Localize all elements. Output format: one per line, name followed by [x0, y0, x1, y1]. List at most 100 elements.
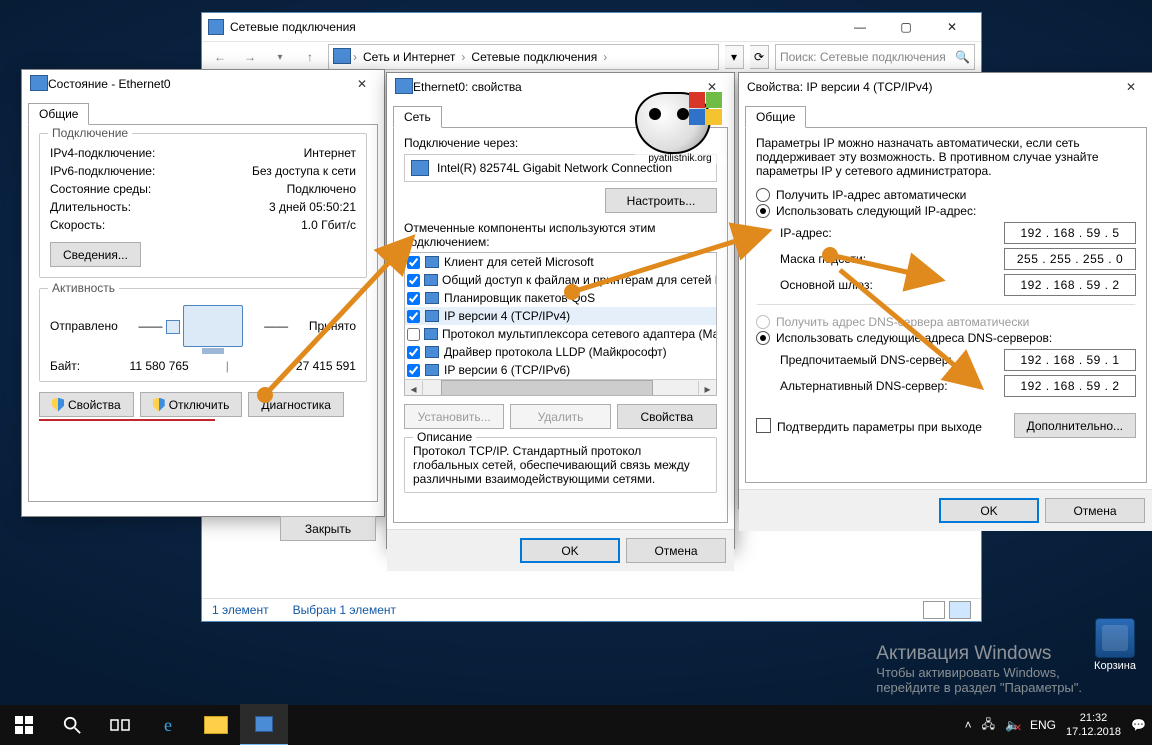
- bytes-label: Байт:: [50, 357, 80, 375]
- group-activity-label: Активность: [48, 281, 119, 295]
- address-dropdown[interactable]: ▾: [725, 45, 744, 69]
- ethernet-icon: [30, 75, 48, 94]
- explorer-titlebar[interactable]: Сетевые подключения — ▢ ✕: [202, 13, 981, 41]
- search-button[interactable]: [48, 705, 96, 745]
- history-button[interactable]: ▾: [268, 45, 292, 69]
- diagnose-button[interactable]: Диагностика: [248, 392, 344, 417]
- close-icon[interactable]: ✕: [348, 73, 376, 95]
- mask-input[interactable]: 255 . 255 . 255 . 0: [1004, 248, 1136, 270]
- close-button[interactable]: Закрыть: [280, 516, 376, 541]
- view-details-button[interactable]: [923, 601, 945, 619]
- crumb-connections[interactable]: Сетевые подключения: [467, 50, 601, 64]
- component-checkbox[interactable]: [407, 292, 420, 305]
- ethernet-icon: [395, 78, 413, 97]
- scroll-left-icon[interactable]: ◂: [405, 381, 423, 396]
- recycle-bin-icon: [1095, 618, 1135, 658]
- close-button[interactable]: ✕: [929, 14, 975, 40]
- minimize-button[interactable]: —: [837, 14, 883, 40]
- shield-icon: [52, 398, 64, 412]
- item-properties-button[interactable]: Свойства: [617, 404, 717, 429]
- description-label: Описание: [413, 430, 476, 444]
- ipv4-intro: Параметры IP можно назначать автоматичес…: [756, 136, 1136, 178]
- remove-button[interactable]: Удалить: [510, 404, 610, 429]
- component-checkbox[interactable]: [407, 364, 420, 377]
- tray-language[interactable]: ENG: [1030, 718, 1056, 732]
- properties-button[interactable]: Свойства: [39, 392, 134, 417]
- cancel-button[interactable]: Отмена: [1045, 498, 1145, 523]
- recycle-bin[interactable]: Корзина: [1086, 618, 1144, 672]
- gateway-input[interactable]: 192 . 168 . 59 . 2: [1004, 274, 1136, 296]
- list-item[interactable]: Общий доступ к файлам и принтерам для се…: [405, 271, 716, 289]
- taskbar-network-connections[interactable]: [240, 704, 288, 745]
- component-icon: [424, 309, 440, 323]
- tray-chevron-up-icon[interactable]: ˄: [965, 718, 972, 732]
- tab-network[interactable]: Сеть: [393, 106, 442, 128]
- start-button[interactable]: [0, 705, 48, 745]
- list-item[interactable]: Драйвер протокола LLDP (Майкрософт): [405, 343, 716, 361]
- explorer-title: Сетевые подключения: [230, 20, 356, 34]
- component-checkbox[interactable]: [407, 310, 420, 323]
- breadcrumb-sep: ›: [601, 50, 609, 64]
- radio-use-ip[interactable]: Использовать следующий IP-адрес:: [756, 204, 1136, 218]
- close-icon[interactable]: ✕: [1117, 76, 1145, 98]
- taskbar-explorer[interactable]: [192, 705, 240, 745]
- up-button[interactable]: ↑: [298, 45, 322, 69]
- gateway-label: Основной шлюз:: [780, 278, 1004, 292]
- component-checkbox[interactable]: [407, 274, 420, 287]
- tray-network-icon[interactable]: 🖧: [982, 715, 995, 736]
- ok-button[interactable]: OK: [520, 538, 620, 563]
- radio-use-dns[interactable]: Использовать следующие адреса DNS-сервер…: [756, 331, 1136, 345]
- tray-volume-icon[interactable]: 🔈✕: [1005, 718, 1020, 732]
- disable-button[interactable]: Отключить: [140, 392, 243, 417]
- scroll-thumb[interactable]: [441, 380, 653, 396]
- dns2-input[interactable]: 192 . 168 . 59 . 2: [1004, 375, 1136, 397]
- ipv4-titlebar[interactable]: Свойства: IP версии 4 (TCP/IPv4) ✕: [739, 73, 1152, 101]
- component-checkbox[interactable]: [407, 256, 420, 269]
- network-folder-icon: [333, 48, 351, 67]
- details-button[interactable]: Сведения...: [50, 242, 141, 267]
- radio-auto-ip[interactable]: Получить IP-адрес автоматически: [756, 188, 1136, 202]
- cancel-button[interactable]: Отмена: [626, 538, 726, 563]
- component-checkbox[interactable]: [407, 328, 420, 341]
- bytes-recv: 27 415 591: [266, 357, 356, 375]
- install-button[interactable]: Установить...: [404, 404, 504, 429]
- scroll-right-icon[interactable]: ▸: [698, 381, 716, 396]
- list-item[interactable]: Планировщик пакетов QoS: [405, 289, 716, 307]
- component-checkbox[interactable]: [407, 346, 420, 359]
- configure-button[interactable]: Настроить...: [605, 188, 717, 213]
- search-icon: 🔍: [955, 50, 970, 64]
- refresh-button[interactable]: ⟳: [750, 45, 769, 69]
- list-item[interactable]: Клиент для сетей Microsoft: [405, 253, 716, 271]
- address-bar[interactable]: › Сеть и Интернет › Сетевые подключения …: [328, 44, 719, 70]
- view-icons-button[interactable]: [949, 601, 971, 619]
- tray-action-center-icon[interactable]: 💬: [1131, 718, 1146, 732]
- list-item[interactable]: IP версии 4 (TCP/IPv4): [405, 307, 716, 325]
- maximize-button[interactable]: ▢: [883, 14, 929, 40]
- taskbar: e ˄ 🖧 🔈✕ ENG 21:3217.12.2018 💬: [0, 705, 1152, 745]
- group-connection-label: Подключение: [48, 126, 132, 140]
- forward-button[interactable]: →: [238, 45, 262, 69]
- status-titlebar[interactable]: Состояние - Ethernet0 ✕: [22, 70, 384, 98]
- tab-general[interactable]: Общие: [745, 106, 806, 128]
- crumb-net[interactable]: Сеть и Интернет: [359, 50, 459, 64]
- status-dialog: Состояние - Ethernet0 ✕ Общие Подключени…: [21, 69, 385, 517]
- advanced-button[interactable]: Дополнительно...: [1014, 413, 1136, 438]
- task-view-button[interactable]: [96, 705, 144, 745]
- tray-clock[interactable]: 21:3217.12.2018: [1066, 711, 1121, 739]
- components-list[interactable]: Клиент для сетей MicrosoftОбщий доступ к…: [404, 252, 717, 396]
- back-button[interactable]: ←: [208, 45, 232, 69]
- recycle-bin-label: Корзина: [1086, 660, 1144, 672]
- horizontal-scrollbar[interactable]: ◂ ▸: [405, 379, 716, 396]
- tab-general[interactable]: Общие: [28, 103, 89, 125]
- ok-button[interactable]: OK: [939, 498, 1039, 523]
- ip-input[interactable]: 192 . 168 . 59 . 5: [1004, 222, 1136, 244]
- breadcrumb-sep: ›: [351, 50, 359, 64]
- dns1-input[interactable]: 192 . 168 . 59 . 1: [1004, 349, 1136, 371]
- validate-checkbox[interactable]: Подтвердить параметры при выходе: [756, 418, 982, 434]
- list-item[interactable]: Протокол мультиплексора сетевого адаптер…: [405, 325, 716, 343]
- search-input[interactable]: Поиск: Сетевые подключения 🔍: [775, 44, 975, 70]
- component-icon: [424, 363, 440, 377]
- components-label: Отмеченные компоненты используются этим …: [404, 221, 717, 249]
- taskbar-ie[interactable]: e: [144, 705, 192, 745]
- list-item[interactable]: IP версии 6 (TCP/IPv6): [405, 361, 716, 379]
